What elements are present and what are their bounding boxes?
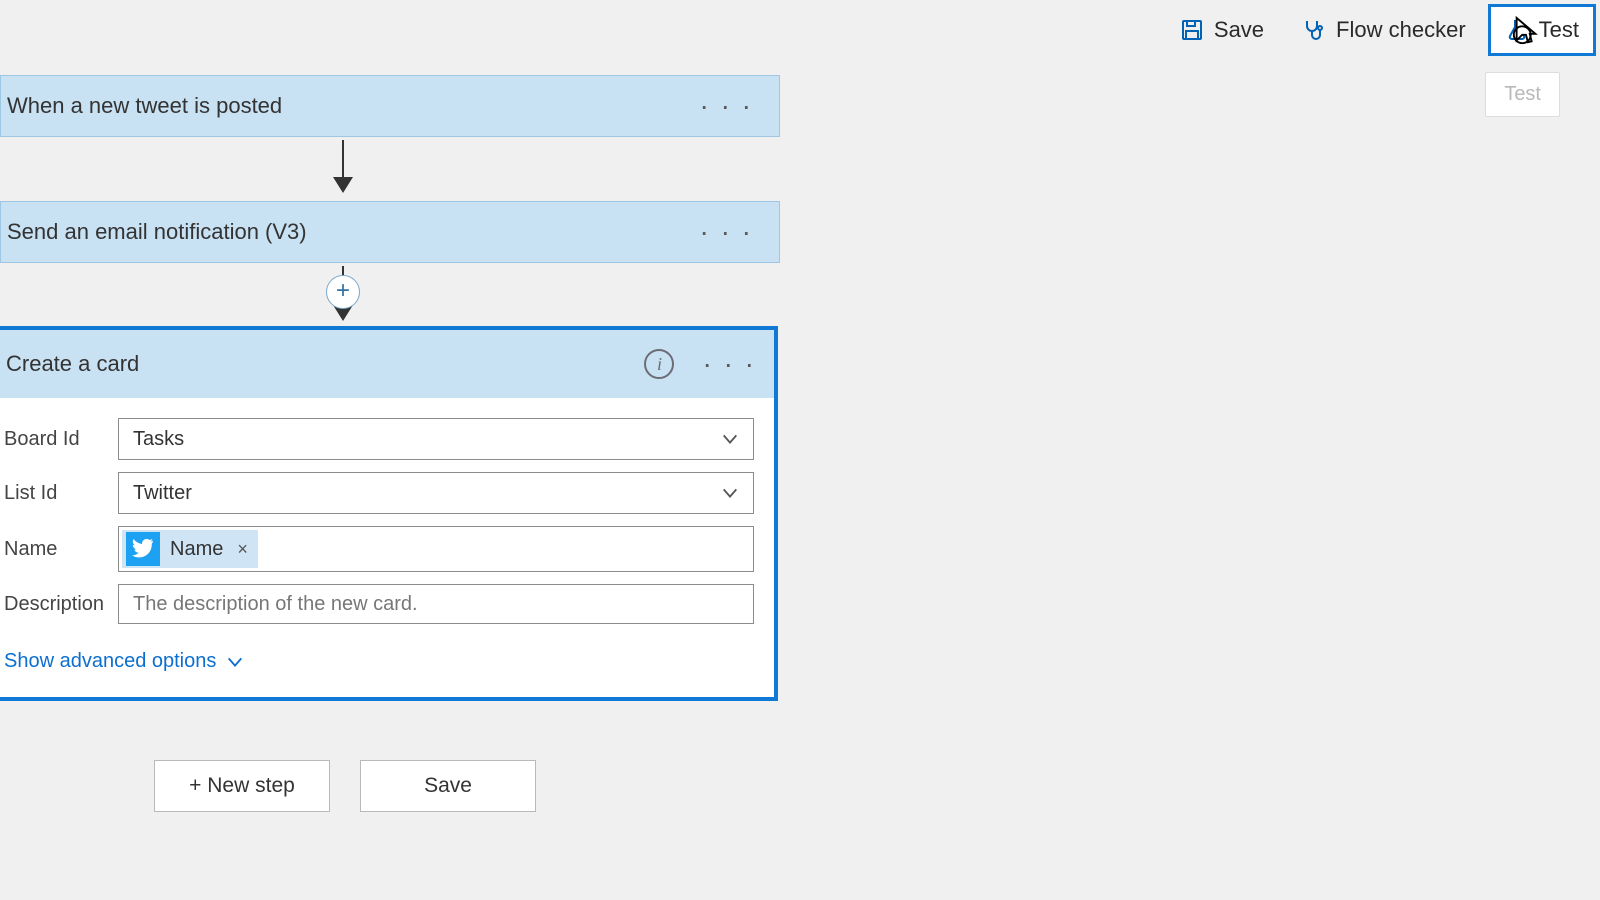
list-id-select[interactable]: Twitter <box>118 472 754 514</box>
board-id-value: Tasks <box>133 428 184 451</box>
create-card-title: Create a card <box>6 351 139 377</box>
chevron-down-icon <box>226 653 244 671</box>
advanced-options-toggle[interactable]: Show advanced options <box>0 636 762 687</box>
chevron-down-icon <box>721 484 739 502</box>
trigger-card[interactable]: When a new tweet is posted · · · <box>0 75 780 137</box>
board-id-label: Board Id <box>0 428 118 451</box>
new-step-button[interactable]: + New step <box>154 760 330 812</box>
list-id-row: List Id Twitter <box>0 472 762 514</box>
list-id-value: Twitter <box>133 482 192 505</box>
advanced-options-label: Show advanced options <box>4 650 216 673</box>
create-card-form: Board Id Tasks List Id Twitter <box>0 398 774 697</box>
save-icon <box>1180 18 1204 42</box>
test-tooltip: Test <box>1485 72 1560 117</box>
stethoscope-icon <box>1302 18 1326 42</box>
dynamic-content-chip[interactable]: Name × <box>122 530 258 568</box>
flask-icon <box>1505 18 1529 42</box>
board-id-row: Board Id Tasks <box>0 418 762 460</box>
save-label: Save <box>1214 17 1264 43</box>
flow-checker-label: Flow checker <box>1336 17 1466 43</box>
create-card-header-actions: i · · · <box>644 348 756 380</box>
test-label: Test <box>1539 17 1579 43</box>
create-card-menu-icon[interactable]: · · · <box>702 348 756 380</box>
top-toolbar: Save Flow checker Test <box>1164 4 1596 56</box>
create-card-action: Create a card i · · · Board Id Tasks Lis… <box>0 326 778 701</box>
test-button[interactable]: Test <box>1488 4 1596 56</box>
email-action-card[interactable]: Send an email notification (V3) · · · <box>0 201 780 263</box>
chevron-down-icon <box>721 430 739 448</box>
chip-remove-icon[interactable]: × <box>237 539 248 560</box>
name-row: Name Name × <box>0 526 762 572</box>
email-action-menu-icon[interactable]: · · · <box>699 216 753 248</box>
save-button[interactable]: Save <box>1164 5 1280 55</box>
board-id-select[interactable]: Tasks <box>118 418 754 460</box>
description-row: Description The description of the new c… <box>0 584 762 624</box>
chip-label: Name <box>170 538 223 561</box>
trigger-menu-icon[interactable]: · · · <box>699 90 753 122</box>
name-label: Name <box>0 538 118 561</box>
trigger-title: When a new tweet is posted <box>7 93 282 119</box>
description-label: Description <box>0 593 118 616</box>
flow-checker-button[interactable]: Flow checker <box>1286 5 1482 55</box>
email-action-title: Send an email notification (V3) <box>7 219 307 245</box>
list-id-label: List Id <box>0 482 118 505</box>
create-card-header[interactable]: Create a card i · · · <box>0 330 774 398</box>
description-placeholder: The description of the new card. <box>133 593 418 616</box>
add-step-button[interactable]: + <box>326 275 360 309</box>
bottom-actions: + New step Save <box>154 760 536 812</box>
name-input[interactable]: Name × <box>118 526 754 572</box>
description-input[interactable]: The description of the new card. <box>118 584 754 624</box>
twitter-icon <box>126 532 160 566</box>
info-icon[interactable]: i <box>644 349 674 379</box>
save-flow-button[interactable]: Save <box>360 760 536 812</box>
connector-arrow <box>342 140 344 190</box>
